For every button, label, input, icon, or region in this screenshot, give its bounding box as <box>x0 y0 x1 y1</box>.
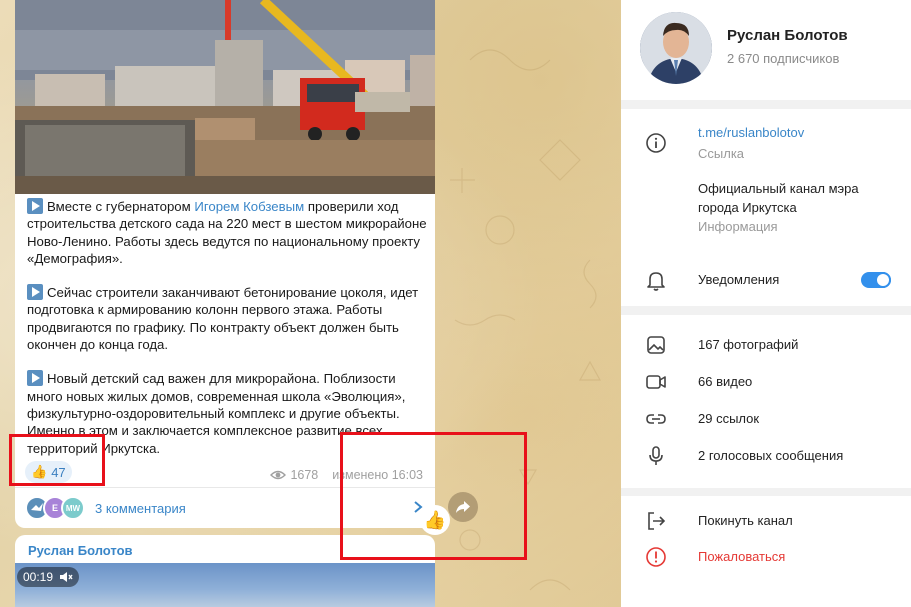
media-voice-row[interactable]: 2 голосовых сообщения <box>621 444 911 468</box>
notifications-label: Уведомления <box>698 272 780 287</box>
media-section: 167 фотографий 66 видео 29 ссылок 2 голо… <box>621 315 911 488</box>
notifications-row[interactable]: Уведомления <box>621 269 911 293</box>
profile-photo <box>640 12 712 84</box>
video-duration: 00:19 <box>23 570 54 584</box>
comments-label: 3 комментария <box>95 500 186 516</box>
notifications-toggle[interactable] <box>861 272 891 288</box>
channel-link-row[interactable]: t.me/ruslanbolotov Ссылка <box>621 123 911 169</box>
channel-name: Руслан Болотов <box>727 27 848 44</box>
link-icon <box>646 414 666 424</box>
link-caption: Ссылка <box>698 146 745 161</box>
eye-icon <box>270 470 287 480</box>
play-bullet-icon <box>27 370 43 387</box>
post-author[interactable]: Руслан Болотов <box>28 543 133 558</box>
report-label: Пожаловаться <box>698 549 786 564</box>
post-photo[interactable] <box>15 0 435 194</box>
links-count: 29 ссылок <box>698 411 760 426</box>
channel-description: Официальный канал мэра города Иркутска <box>698 181 859 215</box>
play-bullet-icon <box>27 284 43 301</box>
channel-avatar[interactable] <box>640 12 712 84</box>
media-photos-row[interactable]: 167 фотографий <box>621 333 911 357</box>
info-section: t.me/ruslanbolotov Ссылка Официальный ка… <box>621 109 911 306</box>
subscriber-count: 2 670 подписчиков <box>727 51 840 66</box>
description-row: Официальный канал мэра города Иркутска И… <box>621 179 911 239</box>
media-videos-row[interactable]: 66 видео <box>621 370 911 394</box>
commenter-avatars: E MW <box>25 496 91 520</box>
description-caption: Информация <box>698 219 778 234</box>
videos-count: 66 видео <box>698 374 753 389</box>
photo-icon <box>647 336 665 354</box>
profile-section: Руслан Болотов 2 670 подписчиков <box>621 0 911 100</box>
mention-link[interactable]: Игорем Кобзевым <box>194 199 304 214</box>
post-video[interactable]: 00:19 <box>15 563 435 607</box>
report-button[interactable]: Пожаловаться <box>621 545 911 569</box>
avatar: MW <box>61 496 85 520</box>
photos-count: 167 фотографий <box>698 337 799 352</box>
video-duration-badge: 00:19 <box>17 567 80 587</box>
leave-channel-button[interactable]: Покинуть канал <box>621 509 911 533</box>
leave-icon <box>648 512 666 530</box>
highlight-box-reaction <box>9 434 105 486</box>
video-camera-icon <box>646 375 666 389</box>
paragraph-text: Сейчас строители заканчивают бетонирован… <box>27 285 419 353</box>
actions-section: Покинуть канал Пожаловаться <box>621 496 911 607</box>
leave-label: Покинуть канал <box>698 513 793 528</box>
muted-speaker-icon[interactable] <box>59 571 73 583</box>
warning-icon <box>646 547 666 567</box>
highlight-box-side-buttons <box>340 432 527 560</box>
channel-link[interactable]: t.me/ruslanbolotov <box>698 125 804 140</box>
post-paragraph-2: Сейчас строители заканчивают бетонирован… <box>27 284 427 353</box>
microphone-icon <box>649 446 663 465</box>
voice-count: 2 голосовых сообщения <box>698 448 844 463</box>
bird-icon <box>31 503 43 511</box>
media-links-row[interactable]: 29 ссылок <box>621 407 911 431</box>
info-icon <box>646 133 666 153</box>
post-paragraph-1: Вместе с губернатором Игорем Кобзевым пр… <box>27 198 427 267</box>
play-bullet-icon <box>27 198 43 214</box>
view-count: 1678 <box>290 468 319 482</box>
bell-icon <box>647 272 665 291</box>
construction-photo <box>15 0 435 194</box>
paragraph-text: Вместе с губернатором <box>47 199 195 214</box>
channel-info-sidebar: Руслан Болотов 2 670 подписчиков t.me/ru… <box>621 0 911 607</box>
